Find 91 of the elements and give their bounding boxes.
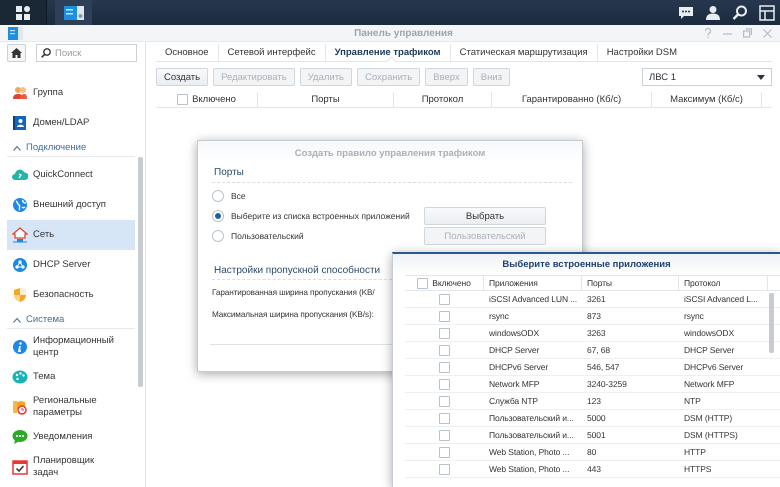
column-header: Включено <box>192 94 236 105</box>
column-header: Протокол <box>394 92 492 107</box>
dialog-button[interactable]: Выбрать <box>424 207 546 225</box>
sidebar-item-label: Информационный центр <box>33 335 115 359</box>
column-header: Порты <box>582 276 679 290</box>
field-label: Гарантированная ширина пропускания (KB/ <box>212 286 375 299</box>
section-heading: Настройки пропускной способности <box>213 264 380 278</box>
table-cell-text: windowsODX <box>488 328 540 338</box>
sidebar-item-label: Уведомления <box>33 431 94 443</box>
table-cell-text: DHCP Server <box>683 345 736 355</box>
table-cell-text: 3240-3259 <box>586 379 628 389</box>
table-cell-text: Network MFP <box>488 379 540 389</box>
column-header: Протокол <box>679 276 768 290</box>
table-cell-text: 546, 547 <box>586 362 620 372</box>
radio-label: Выберите из списка встроенных приложений <box>231 211 410 221</box>
sidebar-item-label: Региональные параметры <box>33 395 98 419</box>
table-cell-text: 873 <box>586 311 602 321</box>
section-title: Подключение <box>26 142 86 153</box>
sidebar-item[interactable]: Тема <box>7 362 135 392</box>
sidebar-item-label: Тема <box>33 371 56 383</box>
sidebar-item-label: Безопасность <box>33 289 95 301</box>
column-header: Приложения <box>484 276 582 290</box>
table-cell-text: DSM (HTTP) <box>683 413 734 423</box>
table-cell-text: 67, 68 <box>586 345 612 355</box>
radio-label: Пользовательский <box>231 231 304 241</box>
table-cell-text: rsync <box>488 311 510 321</box>
table-cell-text: 5000 <box>586 413 607 423</box>
sidebar-item[interactable]: Сеть <box>7 220 135 250</box>
table-cell-text: Web Station, Photo ... <box>488 447 570 457</box>
table-cell-text: 3261 <box>586 294 607 304</box>
section-header[interactable]: Подключение <box>7 139 135 157</box>
table-cell-text: iSCSI Advanced LUN ... <box>488 294 578 304</box>
tab[interactable]: Основное <box>156 44 218 61</box>
table-cell-text: DHCP Server <box>488 345 540 355</box>
table-cell-text: HTTPS <box>683 464 712 474</box>
column-header: Максимум (Кб/с) <box>652 92 762 107</box>
sidebar-item-label: Группа <box>33 87 64 99</box>
table-cell-text: 123 <box>586 396 602 406</box>
table-cell-text: 5001 <box>586 430 607 440</box>
radio-label: Все <box>231 191 246 201</box>
section-title: Система <box>26 314 64 325</box>
table-cell-text: NTP <box>683 396 702 406</box>
table-cell-text: Служба NTP <box>488 396 539 406</box>
interface-dropdown[interactable]: ЛВС 1 <box>642 68 772 86</box>
table-cell-text: 443 <box>586 464 602 474</box>
table-cell-text: 3263 <box>586 328 607 338</box>
sidebar-item[interactable]: Информационный центр <box>7 332 135 362</box>
sidebar-item[interactable]: Региональные параметры <box>7 392 135 422</box>
column-header: Порты <box>258 92 394 107</box>
sidebar-item[interactable]: DHCP Server <box>7 250 135 280</box>
section-header[interactable]: Система <box>7 311 135 329</box>
table-cell-text: rsync <box>683 311 705 321</box>
radio-option[interactable]: Выберите из списка встроенных приложений <box>212 207 424 225</box>
section-heading: Порты <box>212 165 572 183</box>
field-label: Максимальная ширина пропускания (KB/s): <box>212 308 374 321</box>
table-cell-text: Пользовательский и... <box>488 430 575 440</box>
sidebar-item[interactable]: Безопасность <box>7 280 135 310</box>
tab[interactable]: Настройки DSM <box>596 44 686 61</box>
dialog-title: Выберите встроенные приложения <box>393 254 780 275</box>
table-cell-text: Web Station, Photo ... <box>488 464 570 474</box>
search-field[interactable]: Поиск <box>36 44 137 62</box>
sidebar-item[interactable]: Домен/LDAP <box>7 108 135 138</box>
table-cell-text: 80 <box>586 447 598 457</box>
table-cell-text: iSCSI Advanced L... <box>683 294 759 304</box>
window-title: Панель управления <box>353 28 454 38</box>
sidebar-item[interactable]: Группа <box>7 78 135 108</box>
sidebar-item-label: QuickConnect <box>33 169 94 181</box>
sidebar-item-label: Внешний доступ <box>33 199 107 211</box>
radio-option[interactable]: Все <box>212 187 424 205</box>
column-header: Гарантированно (Кб/с) <box>492 92 652 107</box>
sidebar-item[interactable]: Внешний доступ <box>7 190 135 220</box>
sidebar-item[interactable]: Планировщик задач <box>7 452 135 482</box>
table-cell-text: DHCPv6 Server <box>488 362 550 372</box>
sidebar-item[interactable]: Уведомления <box>7 422 135 452</box>
radio-option[interactable]: Пользовательский <box>212 227 424 245</box>
sidebar-item[interactable]: QuickConnect <box>7 160 135 190</box>
column-header: Включено <box>432 278 471 288</box>
sidebar-item-label: Сеть <box>33 229 56 241</box>
table-cell-text: DHCPv6 Server <box>683 362 744 372</box>
sidebar-item-label: Планировщик задач <box>33 455 96 479</box>
table-cell-text: DSM (HTTPS) <box>683 430 739 440</box>
table-cell-text: Пользовательский и... <box>488 413 575 423</box>
dialog-title: Создать правило управления трафиком <box>198 141 582 165</box>
toolbar-button[interactable]: Создать <box>156 68 208 86</box>
table-cell-text: windowsODX <box>683 328 736 338</box>
sidebar-item-label: Домен/LDAP <box>33 117 90 129</box>
sidebar-item-label: DHCP Server <box>33 259 92 271</box>
tab[interactable]: Статическая маршрутизация <box>450 44 597 61</box>
tab[interactable]: Сетевой интерфейс <box>218 44 325 61</box>
table-cell-text: HTTP <box>683 447 707 457</box>
table-cell-text: Network MFP <box>683 379 736 389</box>
